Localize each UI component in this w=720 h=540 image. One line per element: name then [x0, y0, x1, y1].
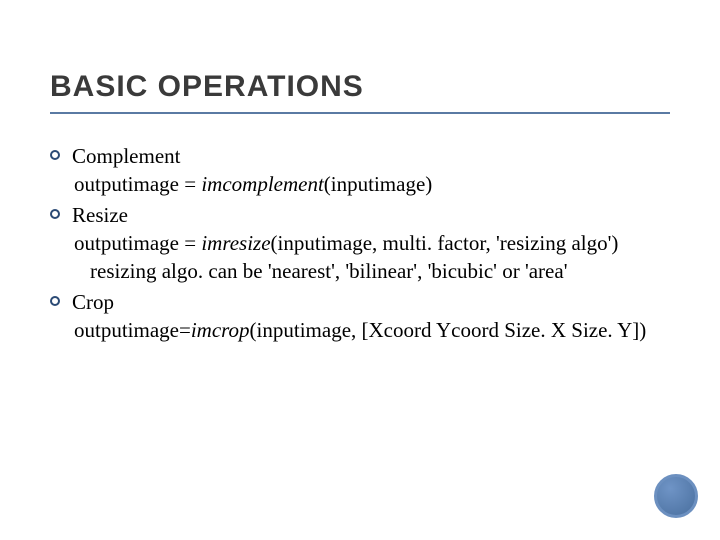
code-fn: imcomplement	[201, 172, 323, 196]
code-post: (inputimage)	[324, 172, 432, 196]
item-head: Resize	[72, 201, 670, 229]
item-sub: outputimage = imcomplement(inputimage)	[74, 170, 670, 198]
slide-content: Complement outputimage = imcomplement(in…	[50, 142, 670, 344]
list-item: Crop outputimage=imcrop(inputimage, [Xco…	[50, 288, 670, 345]
code-post: (inputimage, multi. factor, 'resizing al…	[271, 231, 619, 255]
corner-dot-icon	[654, 474, 698, 518]
item-row: Resize	[50, 201, 670, 229]
item-sub: outputimage = imresize(inputimage, multi…	[74, 229, 670, 257]
slide-title: BASIC OPERATIONS	[50, 70, 670, 114]
item-row: Complement	[50, 142, 670, 170]
bullet-icon	[50, 150, 60, 160]
item-head: Complement	[72, 142, 670, 170]
item-row: Crop	[50, 288, 670, 316]
bullet-icon	[50, 296, 60, 306]
item-head: Crop	[72, 288, 670, 316]
code-fn: imresize	[201, 231, 270, 255]
list-item: Resize outputimage = imresize(inputimage…	[50, 201, 670, 286]
code-pre: outputimage =	[74, 231, 201, 255]
code-post: (inputimage, [Xcoord Ycoord Size. X Size…	[250, 318, 647, 342]
bullet-icon	[50, 209, 60, 219]
item-sub: outputimage=imcrop(inputimage, [Xcoord Y…	[74, 316, 670, 344]
list-item: Complement outputimage = imcomplement(in…	[50, 142, 670, 199]
code-pre: outputimage =	[74, 172, 201, 196]
slide: BASIC OPERATIONS Complement outputimage …	[0, 0, 720, 540]
item-note: resizing algo. can be 'nearest', 'biline…	[90, 257, 670, 285]
code-pre: outputimage=	[74, 318, 191, 342]
code-fn: imcrop	[191, 318, 250, 342]
